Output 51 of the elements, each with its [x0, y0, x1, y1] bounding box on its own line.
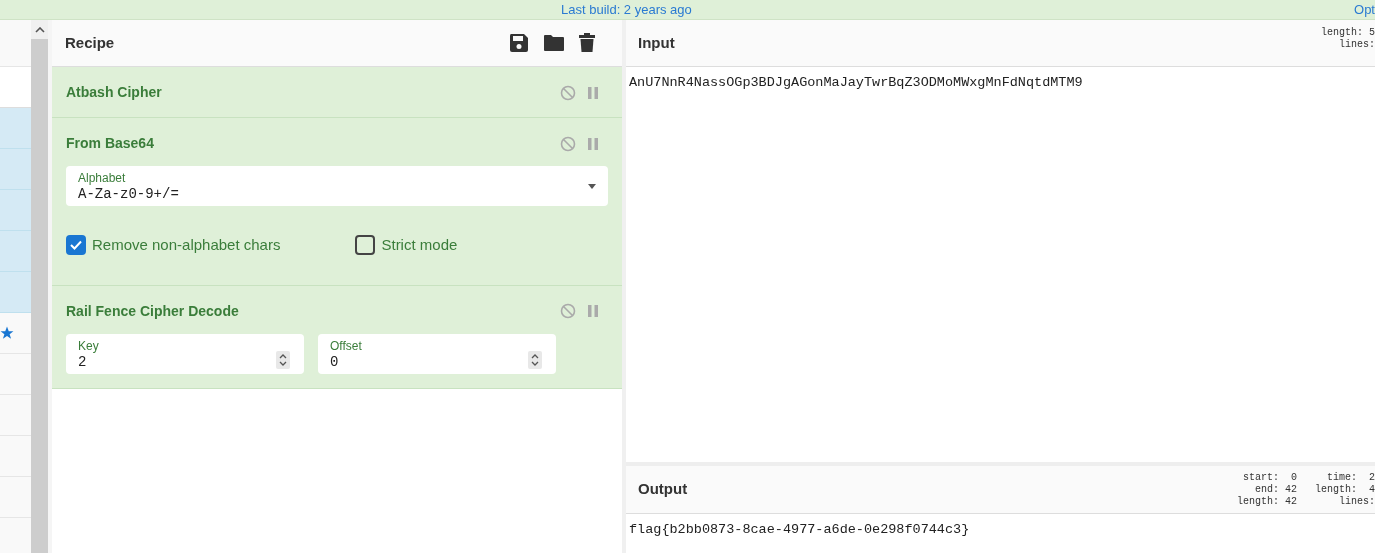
operation-title: From Base64: [66, 134, 154, 153]
star-icon[interactable]: [0, 326, 14, 340]
output-stat: length: 42: [1236, 496, 1297, 508]
output-stat: time: 2: [1327, 472, 1375, 484]
field-label: Offset: [330, 338, 362, 353]
spinner-icon[interactable]: [276, 350, 290, 369]
field-value: A-Za-z0-9+/=: [78, 185, 179, 203]
field-value: 0: [330, 352, 339, 371]
spinner-icon[interactable]: [528, 350, 542, 369]
disable-icon[interactable]: [560, 303, 576, 319]
recipe-operation[interactable]: Atbash Cipher: [52, 67, 622, 118]
alphabet-dropdown[interactable]: Alphabet A-Za-z0-9+/=: [66, 166, 608, 206]
output-text: flag{b2bb0873-8cae-4977-a6de-0e298f0744c3}: [629, 521, 970, 539]
field-label: Alphabet: [78, 171, 126, 185]
panel-title: Recipe: [65, 32, 115, 53]
input-text: AnU7NnR4NassOGp3BDJgAGonMaJayTwrBqZ3ODMoMWxgMnFdNqtdMTM9: [629, 74, 1083, 92]
options-link[interactable]: Opt: [1354, 1, 1375, 18]
checkbox-label: Remove non-alphabet chars: [92, 235, 281, 255]
panel-title: Input: [638, 32, 675, 53]
checkmark-icon: [69, 238, 83, 253]
input-area[interactable]: AnU7NnR4NassOGp3BDJgAGonMaJayTwrBqZ3ODMoMWxgMnFdNqtdMTM9: [626, 67, 1375, 462]
pause-icon[interactable]: [588, 305, 598, 317]
input-stat: lines:: [1339, 39, 1375, 51]
output-stat: length: 4: [1315, 484, 1375, 496]
scroll-up-icon[interactable]: [34, 27, 45, 33]
disable-icon[interactable]: [560, 84, 576, 101]
pause-icon[interactable]: [588, 137, 598, 150]
checkbox[interactable]: [66, 235, 86, 256]
operation-title: Rail Fence Cipher Decode: [66, 301, 239, 321]
disable-icon[interactable]: [560, 135, 576, 152]
folder-icon[interactable]: [543, 34, 565, 52]
number-field[interactable]: Key 2: [66, 333, 304, 374]
checkbox[interactable]: [355, 235, 376, 256]
field-label: Key: [78, 338, 99, 353]
save-icon[interactable]: [509, 33, 529, 53]
input-stat: length: 5: [1321, 27, 1375, 39]
operation-title: Atbash Cipher: [66, 83, 162, 102]
caret-icon: [588, 184, 596, 189]
checkbox-label: Strict mode: [381, 235, 458, 255]
recipe-operation[interactable]: From Base64 Alphabet A-Za-z0-9+/= Remove non-alphabet chars Strict mode: [52, 118, 622, 286]
pause-icon[interactable]: [588, 86, 598, 99]
recipe-operation[interactable]: Rail Fence Cipher Decode Key 2 Offset 0: [52, 285, 622, 389]
output-stat: lines:: [1339, 496, 1375, 508]
panel-title: Output: [638, 479, 688, 500]
field-value: 2: [78, 353, 87, 371]
number-field[interactable]: Offset 0: [318, 333, 556, 374]
operation-list-row[interactable]: [0, 313, 31, 354]
build-info: Last build: 2 years ago: [561, 1, 692, 18]
output-stat: start: 0: [1242, 472, 1297, 484]
trash-icon[interactable]: [579, 33, 595, 53]
output-stat: end: 42: [1254, 484, 1297, 496]
